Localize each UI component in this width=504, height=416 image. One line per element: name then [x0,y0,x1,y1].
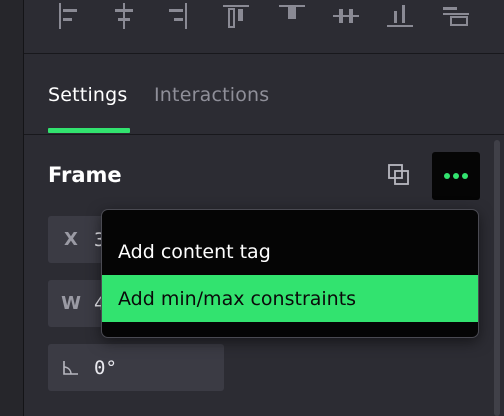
align-horizontal-center-icon[interactable] [106,0,142,32]
more-options-button[interactable] [432,152,480,200]
align-left-icon[interactable] [50,0,86,32]
tab-interactions[interactable]: Interactions [154,84,269,106]
section-title-frame: Frame [48,163,122,187]
menu-item-add-content-tag[interactable]: Add content tag [102,228,478,275]
distribute-vertical-icon[interactable] [438,0,474,32]
width-field-label: W [61,293,81,314]
active-tab-indicator [48,128,130,133]
left-panel-edge [0,0,24,416]
menu-item-add-min-max-constraints[interactable]: Add min/max constraints [102,275,478,322]
align-right-icon[interactable] [160,0,196,32]
distribute-horizontal-icon[interactable] [328,0,364,32]
align-bottom-icon[interactable] [382,0,418,32]
frame-options-menu: Add content tag Add min/max constraints [101,209,479,338]
panel-tabs: Settings Interactions [24,54,504,135]
rotation-field[interactable]: 0° [48,344,224,391]
align-top-icon[interactable] [218,0,254,32]
rotation-field-value[interactable]: 0° [94,357,117,379]
more-horizontal-icon [444,173,468,179]
align-vertical-center-icon[interactable] [274,0,310,32]
properties-panel: Settings Interactions Frame X 3 W 4 0° A… [24,0,504,416]
tab-settings[interactable]: Settings [48,84,128,106]
angle-icon [48,360,94,376]
panel-scrollbar[interactable] [494,140,500,416]
alignment-toolbar [24,0,504,54]
x-field-label: X [64,229,78,250]
duplicate-icon[interactable] [383,159,415,191]
